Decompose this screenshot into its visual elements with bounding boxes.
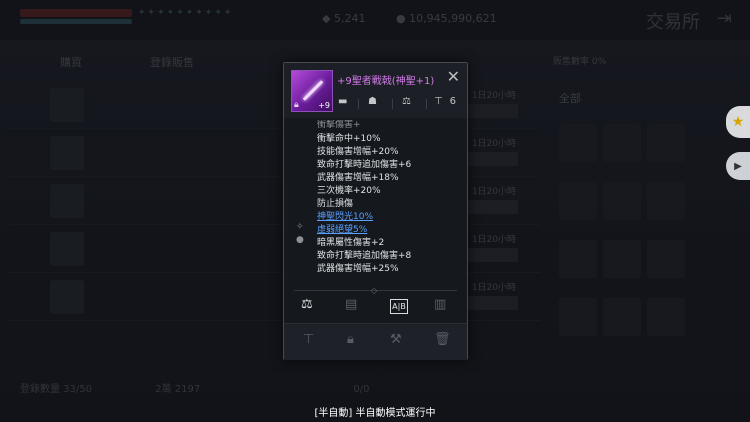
enhance-badge: +9 — [318, 101, 330, 110]
tooltip-header: 🔒︎ +9 +9聖者戰戟(神聖+1) ✕ ▬ ☗ ⚖ ⊤ 6 — [284, 63, 467, 118]
character-icon[interactable]: ☗ — [368, 96, 377, 107]
lock-icon[interactable]: 🔒︎ — [347, 332, 354, 347]
stat-line: 衝擊命中+10% — [317, 134, 381, 144]
stat-line: 致命打擊時追加傷害+6 — [317, 160, 412, 170]
stat-line: 武器傷害增幅+25% — [317, 264, 399, 274]
favorite-button[interactable]: ★ — [726, 106, 750, 138]
exchange-icon[interactable]: ▥ — [434, 297, 446, 312]
scale-icon[interactable]: ⚖ — [402, 96, 411, 107]
item-icon: 🔒︎ +9 — [291, 70, 333, 112]
action-row-disabled: ⊤ 🔒︎ ⚒ 🗑︎ — [284, 323, 467, 360]
tool-separator — [358, 99, 359, 109]
item-tool-row: ▬ ☗ ⚖ ⊤ 6 — [336, 96, 464, 112]
anvil-icon[interactable]: ⊤ — [434, 96, 443, 107]
book-icon[interactable]: ▤ — [345, 297, 357, 312]
stat-line: 三次機率+20% — [317, 186, 381, 196]
tool-separator — [426, 99, 427, 109]
stat-line: 技能傷害增幅+20% — [317, 147, 399, 157]
halberd-icon — [302, 80, 324, 101]
stat-line: 防止損傷 — [317, 199, 354, 209]
ab-compare-button[interactable]: A|B — [390, 299, 408, 314]
stat-link-holy-flash[interactable]: 神聖閃光10% — [317, 209, 373, 222]
scale-icon[interactable]: ⚖ — [301, 297, 313, 312]
action-row: ⚖ ▤ ▥ — [284, 295, 467, 319]
item-name: +9聖者戰戟(神聖+1) — [337, 76, 435, 87]
stat-line: 衝擊傷害+ — [317, 120, 361, 130]
stat-list: 衝擊傷害+ 衝擊命中+10% 技能傷害增幅+20% 致命打擊時追加傷害+6 武器… — [284, 120, 467, 288]
hammer-icon[interactable]: ⚒ — [390, 332, 402, 347]
lock-icon: 🔒︎ — [294, 100, 299, 110]
play-icon: ▶ — [734, 160, 742, 172]
diamond-icon: ◇ — [371, 286, 378, 295]
tool-separator — [392, 99, 393, 109]
auto-mode-status: [半自動] 半自動模式運行中 — [314, 408, 436, 419]
play-button[interactable]: ▶ — [726, 152, 750, 180]
stat-link-despair[interactable]: 虛弱絕望5% — [317, 222, 367, 235]
sparkle-icon: ✧ — [296, 222, 304, 232]
drop-icon: ● — [296, 235, 304, 245]
chest-icon[interactable]: ▬ — [338, 96, 347, 107]
item-tooltip: 🔒︎ +9 +9聖者戰戟(神聖+1) ✕ ▬ ☗ ⚖ ⊤ 6 衝擊傷害+ 衝擊命… — [283, 62, 468, 360]
stat-line: 暗黑屬性傷害+2 — [317, 238, 385, 248]
anvil-icon[interactable]: ⊤ — [303, 332, 314, 347]
trash-icon[interactable]: 🗑︎ — [434, 332, 451, 347]
stat-line: 武器傷害增幅+18% — [317, 173, 399, 183]
stat-line: 致命打擊時追加傷害+8 — [317, 251, 412, 261]
tier-count: 6 — [449, 96, 456, 107]
star-icon: ★ — [731, 114, 745, 130]
close-icon[interactable]: ✕ — [447, 67, 460, 86]
